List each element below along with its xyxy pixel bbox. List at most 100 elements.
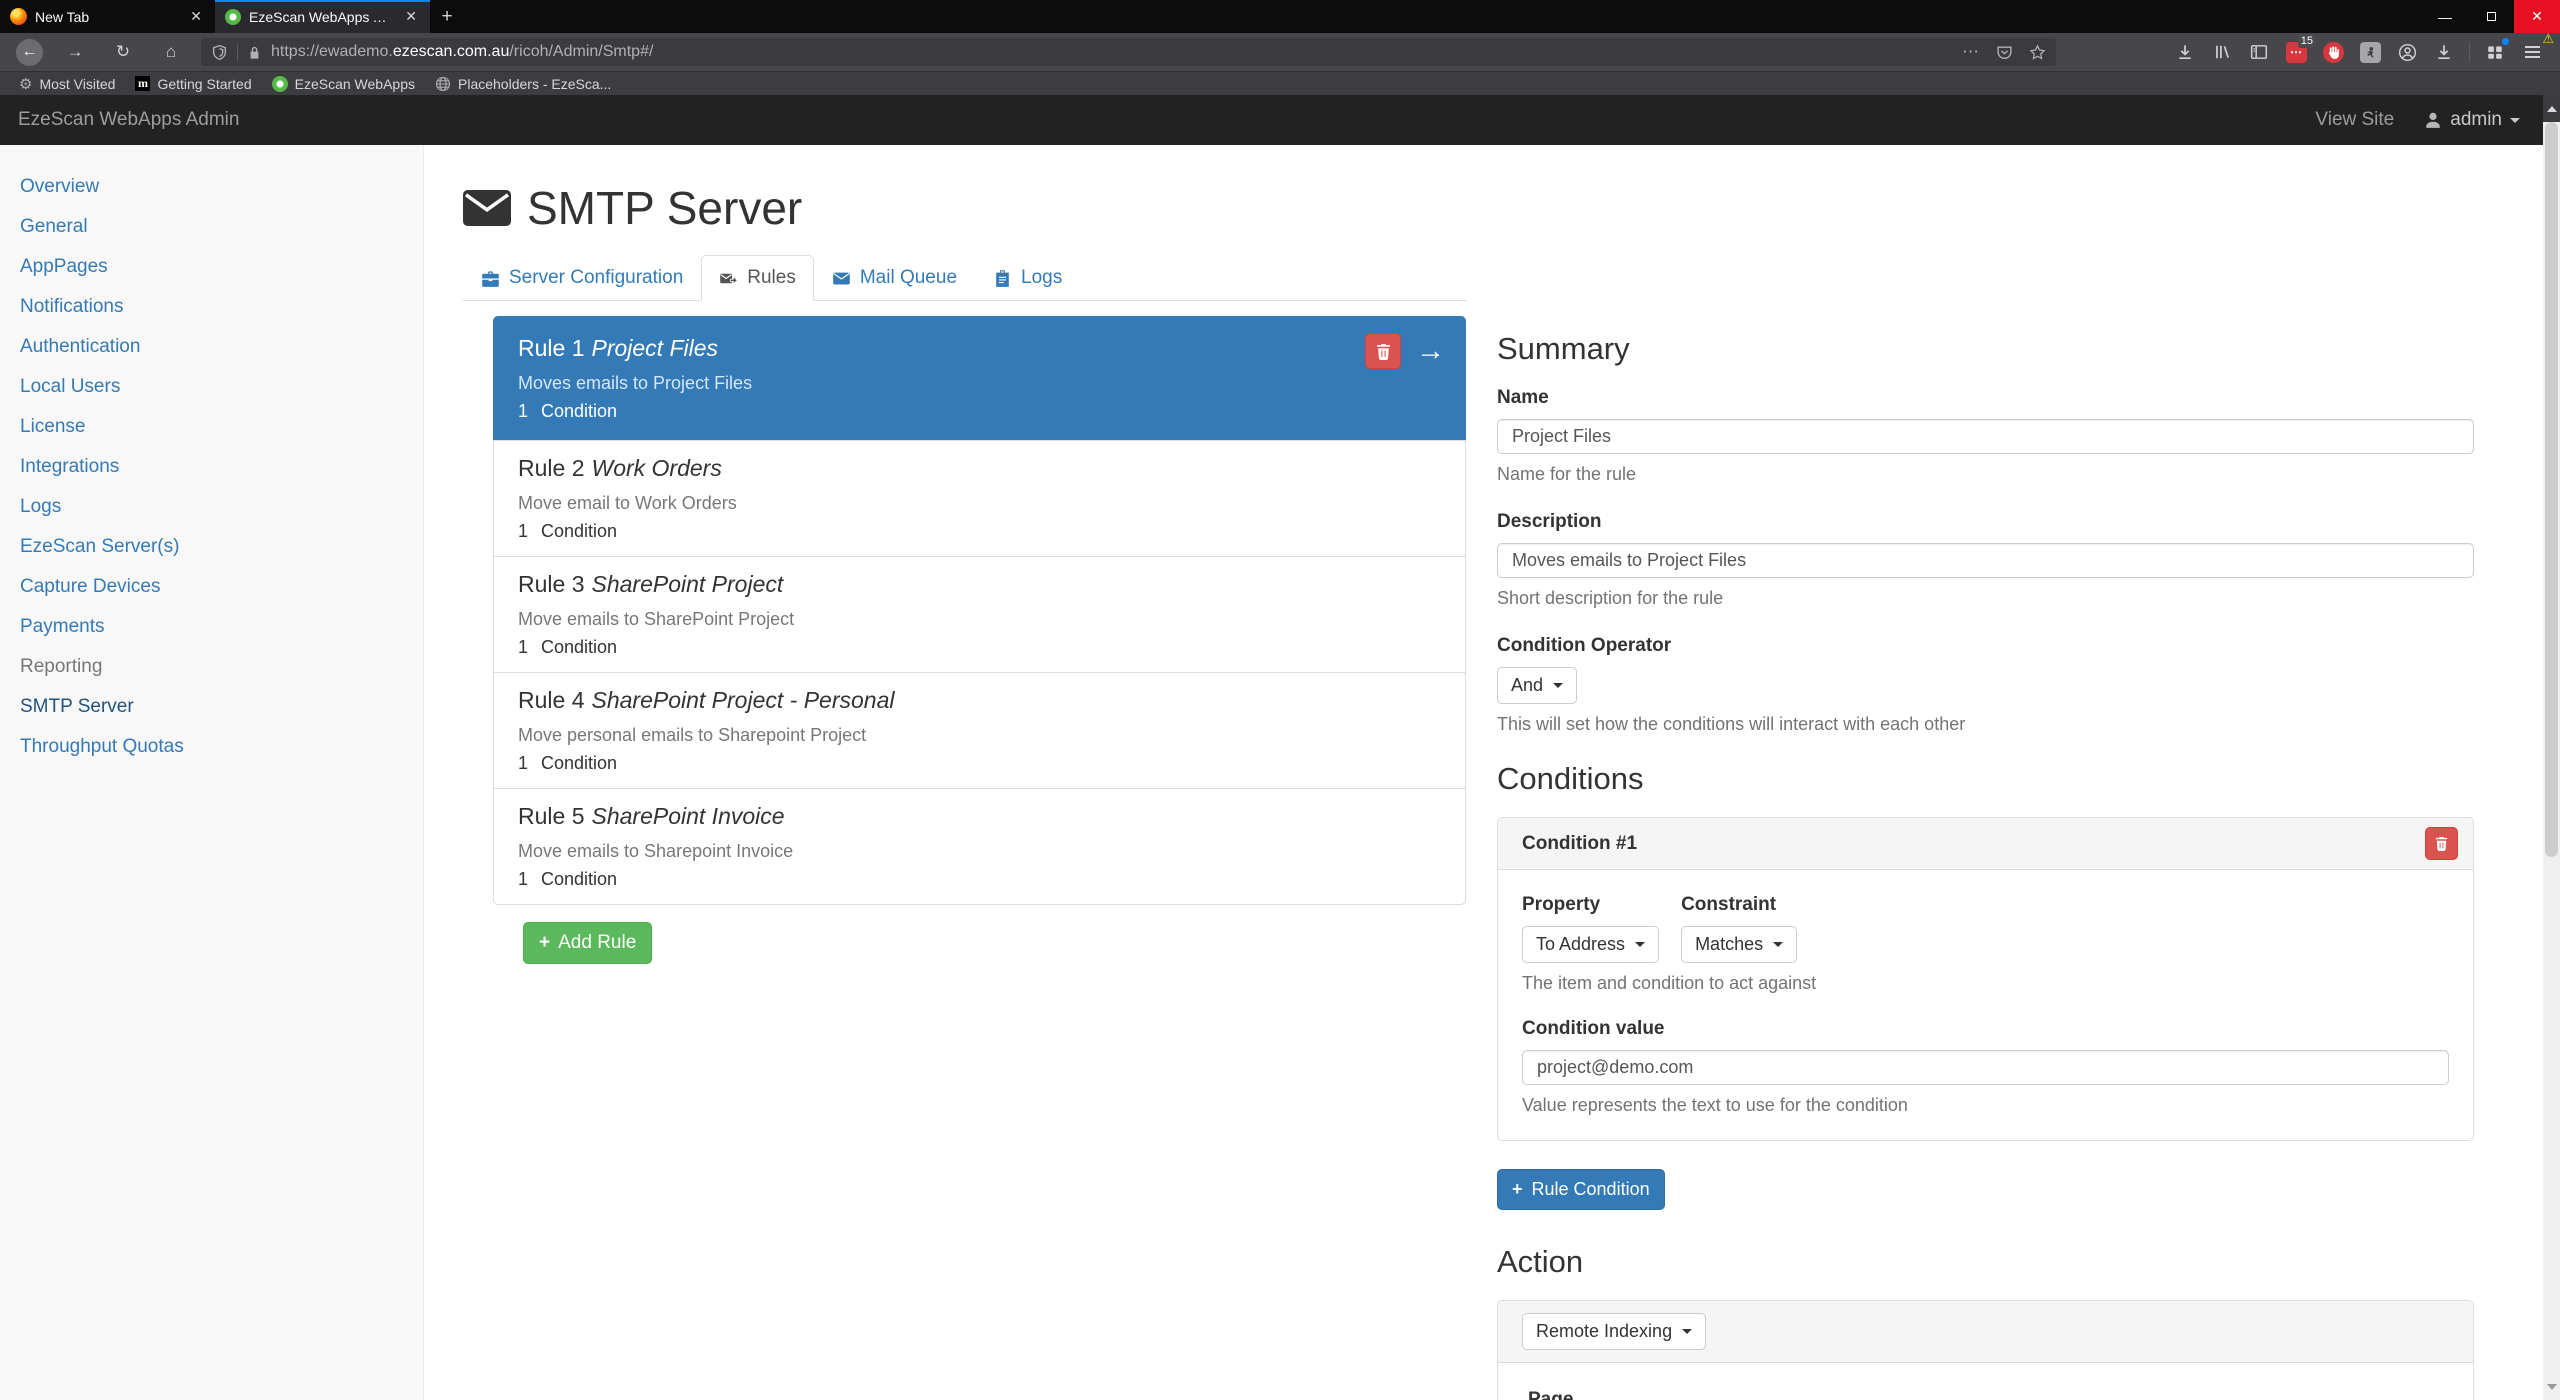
clipboard-icon: [993, 269, 1012, 288]
extensions-grid-icon[interactable]: [2483, 40, 2507, 64]
library-icon[interactable]: [2210, 40, 2234, 64]
rule-description: Move emails to Sharepoint Invoice: [518, 841, 1441, 862]
page-title: SMTP Server: [527, 181, 802, 235]
sidebar-item-license[interactable]: License: [0, 407, 423, 447]
sidebar-item-notifications[interactable]: Notifications: [0, 287, 423, 327]
browser-tab-ezescan[interactable]: EzeScan WebApps Admin ✕: [215, 0, 430, 33]
minimize-button[interactable]: —: [2422, 0, 2468, 33]
property-label: Property: [1522, 894, 1659, 916]
main-content: SMTP Server Server Configuration Rules M…: [424, 145, 2560, 1400]
bookmark-label: Most Visited: [39, 76, 115, 92]
rule-condition-count: 1Condition: [518, 869, 1441, 890]
url-path: /ricoh/Admin/Smtp#/: [509, 43, 653, 60]
sidebar-toggle-icon[interactable]: [2247, 40, 2271, 64]
view-site-link[interactable]: View Site: [2315, 109, 2394, 131]
tab-logs[interactable]: Logs: [975, 255, 1080, 301]
sidebar-item-local-users[interactable]: Local Users: [0, 367, 423, 407]
bookmark-ezescan-webapps[interactable]: EzeScan WebApps: [267, 76, 420, 92]
sidebar-item-throughput-quotas[interactable]: Throughput Quotas: [0, 727, 423, 767]
bookmark-most-visited[interactable]: ⚙ Most Visited: [14, 75, 120, 93]
tab-rules[interactable]: Rules: [701, 255, 814, 301]
delete-rule-button[interactable]: [1365, 333, 1401, 369]
close-icon[interactable]: ✕: [402, 8, 420, 25]
bookmark-getting-started[interactable]: m Getting Started: [130, 76, 256, 92]
constraint-dropdown[interactable]: Matches: [1681, 926, 1797, 963]
sidebar-item-ezescan-servers[interactable]: EzeScan Server(s): [0, 527, 423, 567]
scrollbar-thumb[interactable]: [2545, 122, 2558, 857]
extension-blocker-icon[interactable]: ⋯15: [2284, 40, 2308, 64]
ezescan-favicon: [225, 9, 241, 25]
extension-generic-icon[interactable]: [2358, 40, 2382, 64]
smtp-tabs: Server Configuration Rules Mail Queue Lo…: [463, 255, 1467, 301]
pocket-icon[interactable]: [1996, 44, 2013, 61]
sidebar-item-logs[interactable]: Logs: [0, 487, 423, 527]
rule-item-5[interactable]: Rule 5SharePoint Invoice Move emails to …: [493, 788, 1466, 905]
url-prefix: https://ewademo.: [271, 43, 393, 60]
extension-badge: 15: [2298, 34, 2316, 48]
sidebar: Overview General AppPages Notifications …: [0, 145, 424, 1400]
sidebar-item-smtp-server[interactable]: SMTP Server: [0, 687, 423, 727]
sidebar-item-capture-devices[interactable]: Capture Devices: [0, 567, 423, 607]
delete-condition-button[interactable]: [2425, 827, 2458, 860]
scroll-down-arrow[interactable]: [2543, 1373, 2560, 1400]
tab-title: EzeScan WebApps Admin: [249, 9, 394, 25]
menu-icon[interactable]: ⚠: [2520, 40, 2544, 64]
rule-condition-count: 1Condition: [518, 521, 1441, 542]
page-scrollbar[interactable]: [2543, 95, 2560, 1400]
shield-icon[interactable]: [211, 44, 228, 61]
action-heading: Action: [1497, 1244, 2474, 1280]
url-domain: ezescan.com.au: [393, 43, 510, 60]
condition-operator-dropdown[interactable]: And: [1497, 667, 1577, 704]
page-label: Page: [1528, 1389, 2449, 1400]
add-rule-condition-button[interactable]: +Rule Condition: [1497, 1169, 1665, 1210]
gear-icon: ⚙: [19, 75, 32, 93]
sidebar-item-overview[interactable]: Overview: [0, 167, 423, 207]
app-brand[interactable]: EzeScan WebApps Admin: [18, 109, 239, 131]
sidebar-item-payments[interactable]: Payments: [0, 607, 423, 647]
sidebar-item-authentication[interactable]: Authentication: [0, 327, 423, 367]
downloads-icon[interactable]: [2173, 40, 2197, 64]
bookmark-star-icon[interactable]: [2029, 44, 2046, 61]
action-type-dropdown[interactable]: Remote Indexing: [1522, 1313, 1706, 1350]
rule-item-2[interactable]: Rule 2Work Orders Move email to Work Ord…: [493, 440, 1466, 557]
tab-server-configuration[interactable]: Server Configuration: [463, 255, 701, 301]
extension-stop-icon[interactable]: [2321, 40, 2345, 64]
close-icon[interactable]: ✕: [187, 8, 205, 25]
sidebar-item-apppages[interactable]: AppPages: [0, 247, 423, 287]
page-actions-icon[interactable]: ⋯: [1962, 42, 1980, 62]
briefcase-icon: [481, 269, 500, 288]
bookmark-placeholders[interactable]: Placeholders - EzeSca...: [430, 76, 616, 92]
summary-heading: Summary: [1497, 331, 2474, 367]
rule-name-input[interactable]: [1497, 419, 2474, 454]
account-icon[interactable]: [2395, 40, 2419, 64]
maximize-button[interactable]: [2468, 0, 2514, 33]
rule-condition-count: 1Condition: [518, 637, 1441, 658]
rule-item-4[interactable]: Rule 4SharePoint Project - Personal Move…: [493, 672, 1466, 789]
reload-icon[interactable]: ↻: [107, 37, 139, 67]
condition-value-input[interactable]: [1522, 1050, 2449, 1085]
property-dropdown[interactable]: To Address: [1522, 926, 1659, 963]
forward-icon[interactable]: →: [59, 37, 91, 67]
user-menu[interactable]: admin: [2424, 109, 2520, 131]
scroll-up-arrow[interactable]: [2543, 95, 2560, 122]
rule-item-1[interactable]: Rule 1Project Files Moves emails to Proj…: [493, 316, 1466, 441]
save-page-icon[interactable]: [2432, 40, 2456, 64]
property-constraint-help: The item and condition to act against: [1522, 973, 2449, 994]
arrow-right-icon[interactable]: →: [1416, 337, 1445, 366]
rule-description-input[interactable]: [1497, 543, 2474, 578]
rule-item-3[interactable]: Rule 3SharePoint Project Move emails to …: [493, 556, 1466, 673]
new-tab-button[interactable]: +: [430, 0, 464, 33]
home-icon[interactable]: ⌂: [155, 37, 187, 67]
rule-condition-count: 1Condition: [518, 401, 1441, 422]
close-window-button[interactable]: ✕: [2514, 0, 2560, 33]
mozilla-icon: m: [135, 76, 150, 91]
sidebar-item-integrations[interactable]: Integrations: [0, 447, 423, 487]
url-bar[interactable]: https://ewademo.ezescan.com.au/ricoh/Adm…: [201, 38, 2056, 66]
sidebar-item-general[interactable]: General: [0, 207, 423, 247]
tab-mail-queue[interactable]: Mail Queue: [814, 255, 975, 301]
sidebar-item-reporting[interactable]: Reporting: [0, 647, 423, 687]
back-icon[interactable]: ←: [16, 39, 43, 66]
browser-tab-newtab[interactable]: New Tab ✕: [0, 0, 215, 33]
action-panel-body: Page Project File Select the page to put…: [1498, 1363, 2473, 1400]
add-rule-button[interactable]: +Add Rule: [523, 922, 652, 964]
